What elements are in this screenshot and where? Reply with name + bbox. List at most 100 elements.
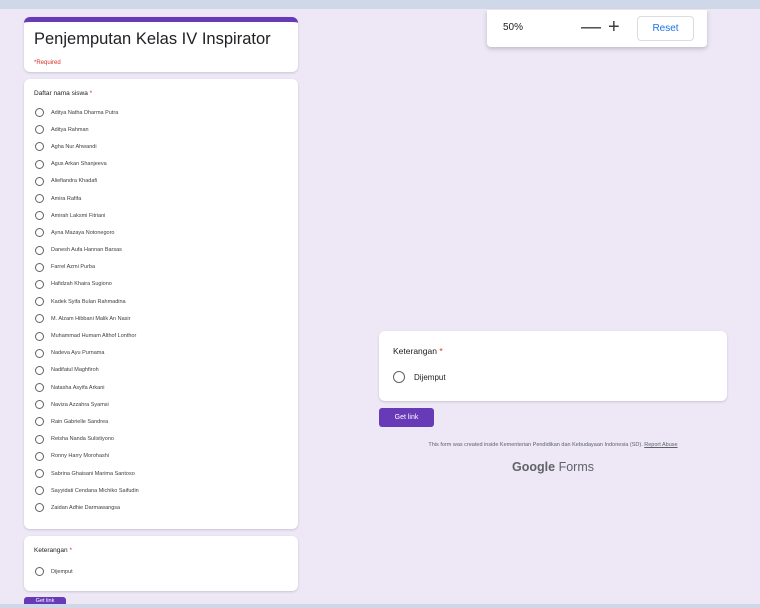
zoom-toolbar: 50% — + Reset — [487, 10, 707, 47]
radio-button[interactable] — [35, 211, 44, 221]
radio-button[interactable] — [35, 400, 44, 410]
radio-button[interactable] — [35, 383, 44, 393]
radio-button[interactable] — [35, 314, 44, 324]
option-label: Dijemput — [414, 372, 446, 382]
option-label: Natasha Asyifa Arkani — [51, 384, 105, 391]
option-label: Zaidan Adhie Darmawangsa — [51, 504, 121, 511]
zoom-in-button[interactable]: + — [608, 16, 620, 38]
student-option[interactable]: Aliefiandra Khadafi — [34, 173, 288, 190]
option-label: Sayyidati Cendana Michiko Saifudin — [51, 487, 139, 494]
radio-button[interactable] — [35, 194, 44, 204]
option-label: Kadek Syifa Bulan Rahmadina — [51, 298, 126, 305]
question-label-text: Daftar nama siswa — [34, 90, 88, 97]
option-label: Nadeva Ayu Purnama — [51, 350, 105, 357]
option-label: Hafidzah Khaira Sugiono — [51, 281, 112, 288]
option-label: M. Alzam Hibbani Malik An Nasir — [51, 315, 131, 322]
student-option[interactable]: Naviza Azzahra Syamsi — [34, 396, 288, 413]
radio-button[interactable] — [35, 469, 44, 479]
radio-button[interactable] — [35, 279, 44, 289]
option-dijemput[interactable]: Dijemput — [393, 371, 446, 383]
radio-button[interactable] — [35, 331, 44, 341]
student-option[interactable]: Aditya Natha Dharma Putra — [34, 104, 288, 121]
zoom-level: 50% — [503, 22, 524, 33]
option-label: Sabrina Ghaisani Marima Santoso — [51, 470, 135, 477]
form-title: Penjemputan Kelas IV Inspirator — [34, 30, 271, 48]
student-option[interactable]: Kadek Syifa Bulan Rahmadina — [34, 293, 288, 310]
keterangan-label-text: Keterangan — [393, 346, 437, 356]
student-option[interactable]: Amirah Laksmi Fitriani — [34, 207, 288, 224]
radio-button[interactable] — [35, 262, 44, 272]
keterangan-label: Keterangan * — [393, 346, 443, 356]
student-option[interactable]: Rain Gabrielle Sandrea — [34, 413, 288, 430]
keterangan-card: Keterangan * Dijemput — [379, 331, 727, 401]
option-label: Muhammad Humam Althof Lonthor — [51, 333, 137, 340]
student-option[interactable]: Reisha Nanda Sulistiyono — [34, 431, 288, 448]
google-wordmark: Google — [512, 460, 556, 474]
required-star: * — [89, 90, 93, 97]
radio-button[interactable] — [35, 142, 44, 152]
student-option[interactable]: Zaidan Adhie Darmawangsa — [34, 499, 288, 516]
option-label: Nadifatul Maghfiroh — [51, 367, 99, 374]
option-label: Rain Gabrielle Sandrea — [51, 418, 109, 425]
radio-button[interactable] — [35, 365, 44, 375]
zoom-out-button[interactable]: — — [581, 16, 601, 38]
required-note: *Required — [34, 60, 61, 66]
radio-button[interactable] — [35, 486, 44, 496]
student-option[interactable]: Sabrina Ghaisani Marima Santoso — [34, 465, 288, 482]
google-forms-logo[interactable]: Google Forms — [379, 460, 727, 474]
radio-button[interactable] — [35, 125, 44, 135]
keterangan-label-text: Keterangan — [34, 547, 68, 554]
forms-wordmark: Forms — [558, 460, 594, 474]
radio-button[interactable] — [35, 503, 44, 513]
radio-button[interactable] — [35, 567, 44, 577]
zoom-reset-button[interactable]: Reset — [637, 16, 694, 41]
radio-button[interactable] — [35, 417, 44, 427]
student-option[interactable]: Ayna Mazaya Notonegoro — [34, 224, 288, 241]
radio-button[interactable] — [35, 434, 44, 444]
radio-button[interactable] — [35, 451, 44, 461]
option-dijemput-small[interactable]: Dijemput — [34, 563, 288, 580]
student-option[interactable]: Ronny Harry Morohashi — [34, 448, 288, 465]
option-label: Danesh Aufa Hannan Barsas — [51, 247, 122, 254]
student-option[interactable]: Farrel Azmi Purba — [34, 259, 288, 276]
student-option[interactable]: Agus Arkan Shanjeeva — [34, 156, 288, 173]
radio-button[interactable] — [35, 108, 44, 118]
student-option[interactable]: Muhammad Humam Althof Lonthor — [34, 327, 288, 344]
student-question-card: Daftar nama siswa * Aditya Natha Dharma … — [24, 79, 298, 529]
keterangan-label-small: Keterangan * — [34, 547, 288, 563]
get-link-button[interactable]: Get link — [379, 408, 434, 427]
student-option[interactable]: Danesh Aufa Hannan Barsas — [34, 242, 288, 259]
option-label: Amirah Laksmi Fitriani — [51, 212, 106, 219]
footer-note-text: This form was created inside Kementerian… — [428, 442, 643, 448]
radio-button[interactable] — [35, 348, 44, 358]
student-option[interactable]: Amira Rafifa — [34, 190, 288, 207]
required-star: * — [69, 547, 72, 554]
student-option[interactable]: Aditya Rahman — [34, 121, 288, 138]
radio-button[interactable] — [35, 159, 44, 169]
student-option[interactable]: M. Alzam Hibbani Malik An Nasir — [34, 310, 288, 327]
form-header-card: Penjemputan Kelas IV Inspirator *Require… — [24, 17, 298, 72]
student-option[interactable]: Agha Nur Ahwandi — [34, 138, 288, 155]
window-bottom-edge — [0, 604, 760, 608]
option-label: Aliefiandra Khadafi — [51, 178, 98, 185]
student-option[interactable]: Hafidzah Khaira Sugiono — [34, 276, 288, 293]
student-option[interactable]: Sayyidati Cendana Michiko Saifudin — [34, 482, 288, 499]
radio-button[interactable] — [35, 228, 44, 238]
window-top-edge — [0, 0, 760, 9]
radio-button[interactable] — [35, 176, 44, 186]
radio-button[interactable] — [393, 371, 405, 383]
option-label: Reisha Nanda Sulistiyono — [51, 436, 114, 443]
option-label: Aditya Rahman — [51, 126, 89, 133]
option-label: Amira Rafifa — [51, 195, 82, 202]
question-label: Daftar nama siswa * — [34, 90, 288, 104]
student-option[interactable]: Nadeva Ayu Purnama — [34, 345, 288, 362]
option-label: Farrel Azmi Purba — [51, 264, 96, 271]
keterangan-card-small: Keterangan * Dijemput — [24, 536, 298, 591]
report-abuse-link[interactable]: Report Abuse — [644, 442, 677, 448]
student-options: Aditya Natha Dharma Putra Aditya Rahman Ag… — [34, 104, 288, 517]
radio-button[interactable] — [35, 297, 44, 307]
student-option[interactable]: Natasha Asyifa Arkani — [34, 379, 288, 396]
radio-button[interactable] — [35, 245, 44, 255]
student-option[interactable]: Nadifatul Maghfiroh — [34, 362, 288, 379]
option-label: Ronny Harry Morohashi — [51, 453, 110, 460]
